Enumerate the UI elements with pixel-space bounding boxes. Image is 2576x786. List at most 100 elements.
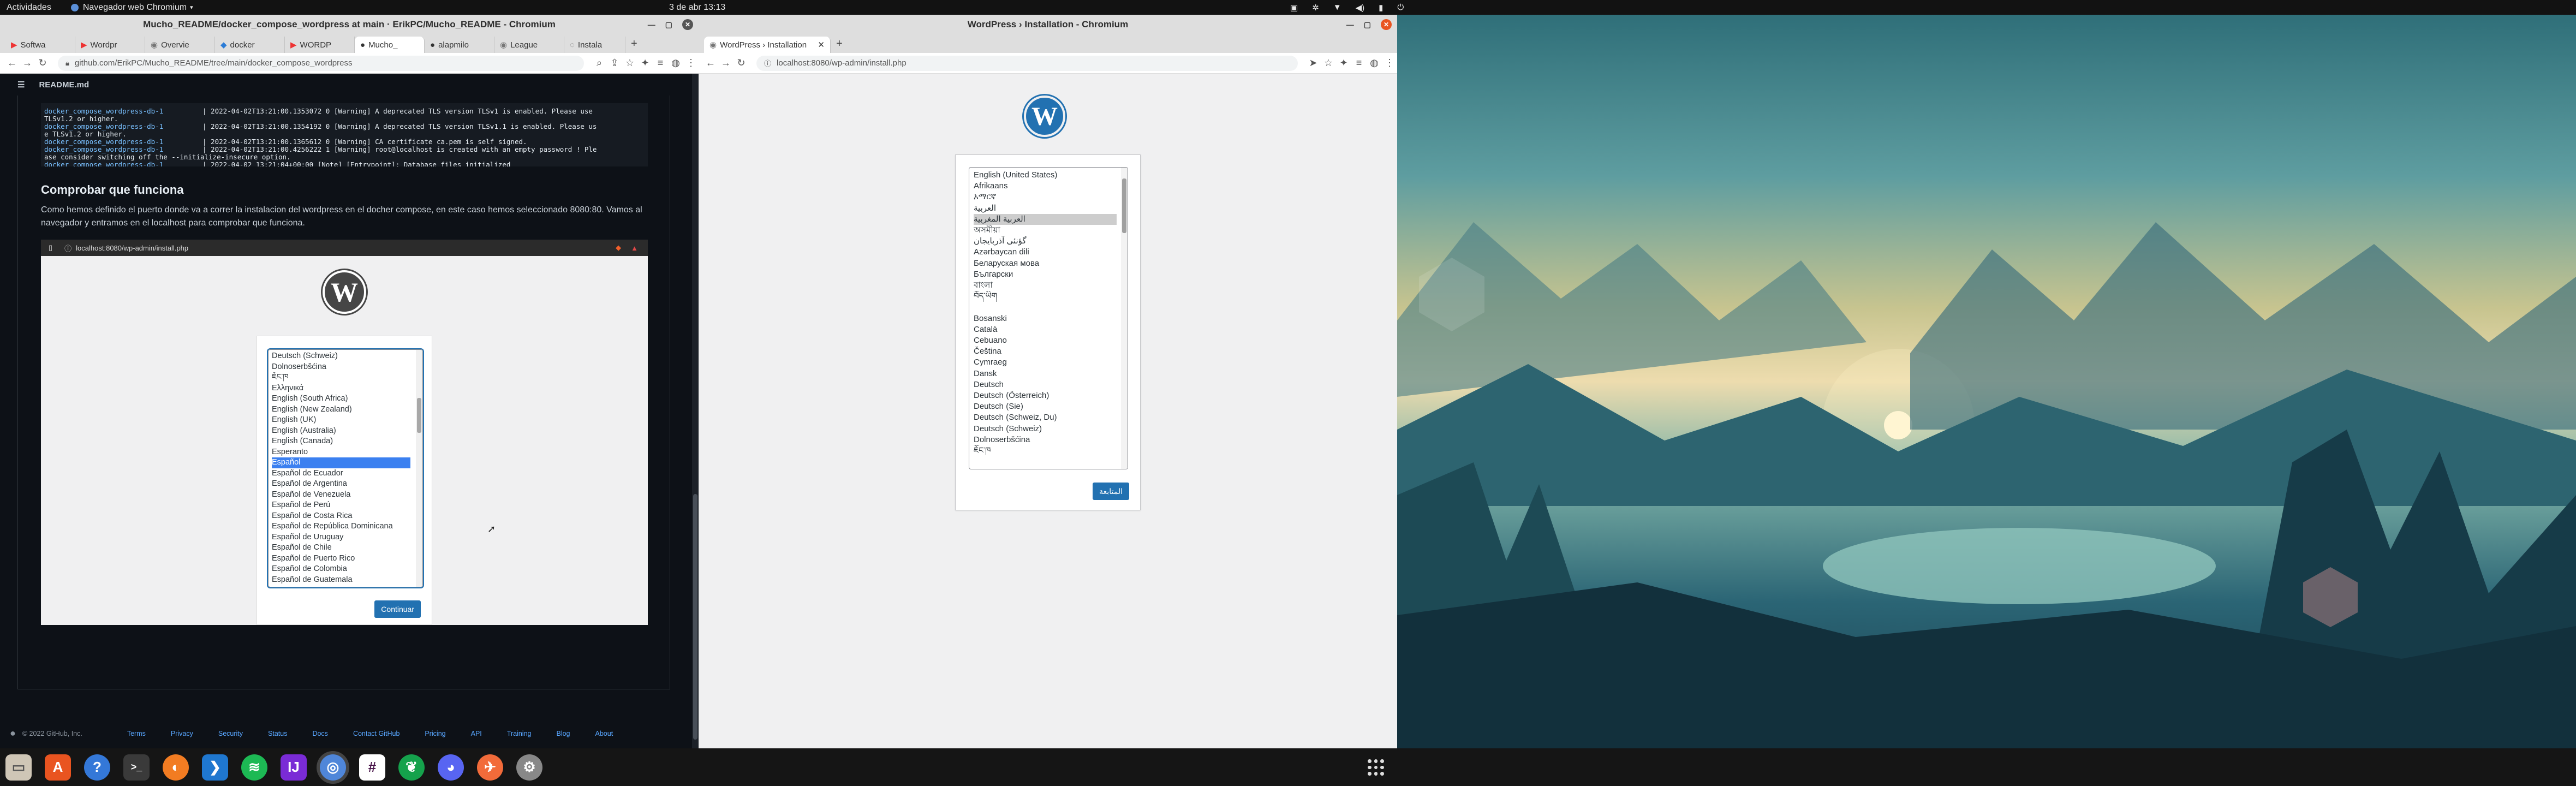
show-apps-grid-icon[interactable] xyxy=(1368,759,1384,776)
footer-link[interactable]: Status xyxy=(268,730,287,737)
embedded-continue-button[interactable]: Continuar xyxy=(374,600,421,618)
footer-link[interactable]: About xyxy=(595,730,613,737)
language-option[interactable]: Dolnoserbšćina xyxy=(272,362,410,373)
browser-tab[interactable]: ● alapmilo xyxy=(425,37,494,53)
chat-icon[interactable]: ▣ xyxy=(1290,3,1298,13)
menu-kebab-icon[interactable]: ⋮ xyxy=(683,56,699,71)
footer-link[interactable]: Docs xyxy=(312,730,327,737)
reload-icon[interactable]: ↻ xyxy=(734,56,749,71)
page-scrollbar[interactable] xyxy=(692,74,699,748)
reading-list-icon[interactable]: ≡ xyxy=(653,56,668,71)
slack-icon[interactable]: # xyxy=(359,754,385,781)
vscode-icon[interactable]: ❯ xyxy=(202,754,228,781)
language-option[interactable]: অসমীয়া xyxy=(974,225,1117,236)
app-menu[interactable]: Navegador web Chromium ▾ xyxy=(70,3,193,13)
footer-link[interactable]: Privacy xyxy=(171,730,193,737)
bookmark-star-icon[interactable]: ☆ xyxy=(622,56,637,71)
maximize-button[interactable]: ▢ xyxy=(1364,20,1371,29)
browser-tab[interactable]: ◌ Instala xyxy=(564,37,625,53)
reload-icon[interactable]: ↻ xyxy=(35,56,50,71)
language-scrollbar[interactable] xyxy=(1121,168,1128,469)
browser-tab[interactable]: ◉ Overvie xyxy=(145,37,215,53)
share-icon[interactable]: ⇪ xyxy=(607,56,622,71)
avatar[interactable]: ◍ xyxy=(668,56,683,71)
language-option[interactable]: English (Canada) xyxy=(272,436,410,447)
maximize-button[interactable]: ▢ xyxy=(665,20,672,29)
extensions-icon[interactable]: ✦ xyxy=(637,56,653,71)
footer-link[interactable]: Blog xyxy=(556,730,570,737)
close-button[interactable]: ✕ xyxy=(682,19,693,30)
send-icon[interactable]: ➤ xyxy=(1305,56,1321,71)
footer-link[interactable]: API xyxy=(471,730,482,737)
avatar[interactable]: ◍ xyxy=(1367,56,1382,71)
language-option[interactable]: Deutsch (Österreich) xyxy=(974,390,1117,401)
extensions-icon[interactable]: ✦ xyxy=(1336,56,1351,71)
embedded-scrollbar[interactable] xyxy=(416,350,422,587)
language-option[interactable]: Беларуская мова xyxy=(974,258,1117,269)
browser-tab[interactable]: ▶ Wordpr xyxy=(75,37,145,53)
language-option[interactable]: Español de República Dominicana xyxy=(272,521,410,532)
language-option[interactable]: Esperanto xyxy=(272,447,410,458)
minimize-button[interactable]: — xyxy=(1346,20,1354,29)
github-logo-icon[interactable]: ● xyxy=(10,728,16,739)
language-option[interactable]: Español de Colombia xyxy=(272,564,410,575)
language-option[interactable]: བོད་ཡིག xyxy=(974,291,1117,302)
new-tab-button[interactable]: + xyxy=(631,38,637,50)
language-scroll-thumb[interactable] xyxy=(1122,178,1126,233)
language-option[interactable]: ཇོང་ཁ xyxy=(974,445,1117,456)
forward-icon[interactable]: → xyxy=(20,56,35,71)
app-store-icon[interactable]: A xyxy=(45,754,71,781)
language-option[interactable]: Español xyxy=(272,457,410,468)
settings-icon[interactable]: ⚙ xyxy=(516,754,542,781)
footer-link[interactable]: Security xyxy=(218,730,243,737)
language-option[interactable]: English (South Africa) xyxy=(272,394,410,404)
forward-icon[interactable]: → xyxy=(718,56,734,71)
language-option[interactable]: Cebuano xyxy=(974,335,1117,346)
language-option[interactable]: Español de Argentina xyxy=(272,479,410,490)
chromium-icon[interactable]: ◎ xyxy=(320,754,346,781)
language-option[interactable]: English (Australia) xyxy=(272,426,410,437)
language-option[interactable]: Español de Ecuador xyxy=(272,468,410,479)
language-option[interactable]: አማርኛ xyxy=(974,192,1117,203)
language-option[interactable]: Español de Uruguay xyxy=(272,532,410,543)
embedded-language-list[interactable]: Deutsch (Schweiz) Dolnoserbšćina ཇོང་ཁ Ελλη… xyxy=(268,349,423,587)
help-icon[interactable]: ? xyxy=(84,754,110,781)
footer-link[interactable]: Contact GitHub xyxy=(353,730,399,737)
wifi-icon[interactable]: ▼ xyxy=(1333,3,1341,13)
browser-tab[interactable]: ▶ Softwa xyxy=(5,37,75,53)
reading-list-icon[interactable]: ≡ xyxy=(1351,56,1367,71)
search-icon[interactable]: ⌕ xyxy=(592,56,607,71)
minimize-button[interactable]: — xyxy=(648,20,655,29)
language-option[interactable]: Español de Guatemala xyxy=(272,575,410,586)
spotify-icon[interactable]: ≋ xyxy=(241,754,267,781)
language-option[interactable]: Deutsch (Schweiz) xyxy=(974,424,1117,434)
mongodb-icon[interactable]: ❦ xyxy=(398,754,425,781)
language-option[interactable]: Deutsch (Sie) xyxy=(974,401,1117,412)
footer-link[interactable]: Training xyxy=(507,730,532,737)
language-option[interactable]: Dansk xyxy=(974,368,1117,379)
intellij-icon[interactable]: IJ xyxy=(281,754,307,781)
language-option[interactable]: Azərbaycan dili xyxy=(974,247,1117,258)
firefox-icon[interactable]: ◐ xyxy=(163,754,189,781)
language-option[interactable]: Español de Chile xyxy=(272,543,410,553)
language-option[interactable]: English (New Zealand) xyxy=(272,404,410,415)
back-icon[interactable]: ← xyxy=(703,56,718,71)
terminal-icon[interactable]: >_ xyxy=(123,754,150,781)
bookmark-star-icon[interactable]: ☆ xyxy=(1321,56,1336,71)
language-option[interactable]: Afrikaans xyxy=(974,181,1117,192)
back-icon[interactable]: ← xyxy=(4,56,20,71)
language-option[interactable]: Español de Perú xyxy=(272,500,410,511)
address-bar[interactable]: 🔒︎ github.com/ErikPC/Mucho_README/tree/ma… xyxy=(58,55,584,71)
language-option[interactable]: Català xyxy=(974,324,1117,335)
close-button[interactable]: ✕ xyxy=(1381,19,1392,30)
language-option[interactable]: English (UK) xyxy=(272,415,410,426)
language-option[interactable]: বাংলা xyxy=(974,280,1117,291)
browser-tab-active[interactable]: ◉ WordPress › Installation ✕ xyxy=(704,37,831,53)
language-option[interactable] xyxy=(974,302,1117,313)
continue-button[interactable]: المتابعة xyxy=(1093,483,1129,500)
language-option[interactable]: Cymraeg xyxy=(974,357,1117,368)
browser-tab[interactable]: ◆ docker xyxy=(215,37,285,53)
postman-icon[interactable]: ✈ xyxy=(477,754,503,781)
language-option[interactable]: Deutsch (Schweiz, Du) xyxy=(974,412,1117,423)
activities-button[interactable]: Actividades xyxy=(7,3,51,13)
